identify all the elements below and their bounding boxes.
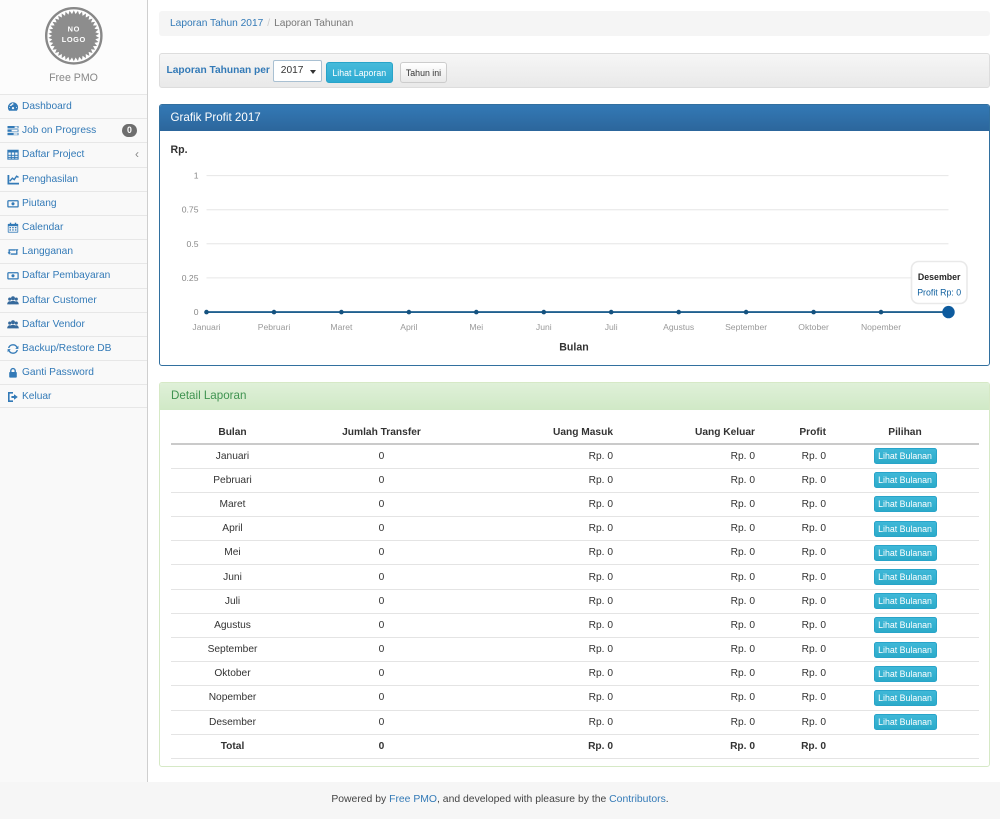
svg-text:Juni: Juni [535,322,551,332]
svg-text:0: 0 [193,307,198,317]
svg-text:Agustus: Agustus [663,322,694,332]
svg-text:1: 1 [193,171,198,181]
svg-text:NO: NO [68,25,80,34]
svg-text:0.25: 0.25 [181,273,198,283]
svg-text:0.75: 0.75 [181,205,198,215]
svg-text:Bulan: Bulan [559,342,588,354]
svg-text:Rp.: Rp. [170,144,187,156]
svg-text:Oktober: Oktober [798,322,829,332]
svg-text:Mei: Mei [469,322,483,332]
svg-text:Januari: Januari [192,322,220,332]
svg-text:April: April [400,322,417,332]
svg-text:0.5: 0.5 [186,239,198,249]
svg-text:Maret: Maret [330,322,353,332]
svg-text:September: September [725,322,767,332]
svg-text:Profit Rp: 0: Profit Rp: 0 [917,288,961,298]
svg-text:LOGO: LOGO [62,35,86,44]
svg-text:Nopember: Nopember [860,322,900,332]
svg-text:Juli: Juli [604,322,617,332]
svg-text:Pebruari: Pebruari [257,322,290,332]
svg-text:Desember: Desember [917,272,960,282]
